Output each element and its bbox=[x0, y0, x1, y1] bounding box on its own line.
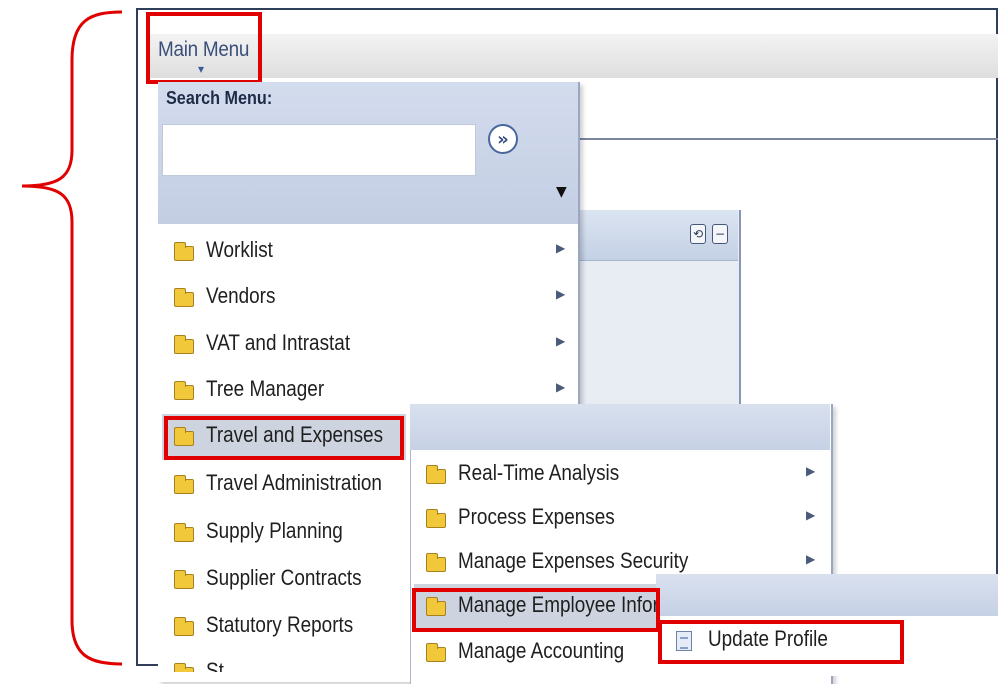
menu-item-statutory-reports[interactable]: Statutory Reports bbox=[162, 604, 410, 650]
submenu-header bbox=[410, 404, 830, 450]
menu-item-label: Statutory Reports bbox=[206, 612, 354, 637]
folder-icon bbox=[174, 335, 194, 354]
employee-info-submenu-header bbox=[656, 574, 998, 616]
arrow-right-icon: ▶ bbox=[556, 287, 566, 301]
arrow-right-icon: ▶ bbox=[806, 552, 816, 566]
refresh-icon[interactable]: ⟲ bbox=[690, 224, 706, 244]
arrow-right-icon: ▶ bbox=[556, 380, 566, 394]
menu-item-label: Real-Time Analysis bbox=[458, 460, 620, 485]
folder-icon bbox=[426, 509, 446, 528]
menu-item-partial[interactable]: St bbox=[162, 650, 410, 672]
highlight-update-profile bbox=[658, 620, 904, 664]
arrow-right-icon: ▶ bbox=[556, 241, 566, 255]
arrow-right-icon: ▶ bbox=[806, 508, 816, 522]
submenu-item-real-time-analysis[interactable]: Real-Time Analysis ▶ bbox=[414, 452, 824, 498]
search-go-icon[interactable]: » bbox=[488, 124, 518, 154]
search-menu-label: Search Menu: bbox=[166, 88, 273, 108]
menu-item-supplier-contracts[interactable]: Supplier Contracts bbox=[162, 557, 410, 603]
menu-item-label: Manage Accounting bbox=[458, 638, 625, 663]
menu-item-label: Worklist bbox=[206, 237, 273, 262]
menu-item-travel-administration[interactable]: Travel Administration bbox=[162, 462, 410, 508]
menu-item-label: Travel Administration bbox=[206, 470, 382, 495]
arrow-right-icon: ▶ bbox=[556, 334, 566, 348]
menu-item-label: Manage Expenses Security bbox=[458, 548, 689, 573]
folder-icon bbox=[174, 570, 194, 589]
menu-item-label: Supply Planning bbox=[206, 518, 343, 543]
menu-bar bbox=[148, 34, 998, 78]
highlight-manage-employee-information bbox=[412, 588, 660, 632]
folder-icon bbox=[174, 663, 194, 672]
menu-item-label: VAT and Intrastat bbox=[206, 330, 351, 355]
menu-item-label: St bbox=[206, 658, 224, 672]
folder-icon bbox=[174, 617, 194, 636]
menu-options-icon[interactable]: ▼ bbox=[556, 184, 567, 200]
menu-item-vat-intrastat[interactable]: VAT and Intrastat ▶ bbox=[162, 322, 572, 368]
highlight-main-menu bbox=[146, 12, 262, 84]
folder-icon bbox=[174, 242, 194, 261]
menu-item-worklist[interactable]: Worklist ▶ bbox=[162, 229, 572, 275]
menu-item-label: Supplier Contracts bbox=[206, 565, 362, 590]
folder-icon bbox=[426, 465, 446, 484]
menu-item-label: Process Expenses bbox=[458, 504, 615, 529]
minimize-icon[interactable]: − bbox=[712, 224, 728, 244]
menu-item-label: Tree Manager bbox=[206, 376, 325, 401]
menu-item-label: Vendors bbox=[206, 283, 276, 308]
folder-icon bbox=[174, 475, 194, 494]
folder-icon bbox=[174, 288, 194, 307]
folder-icon bbox=[174, 523, 194, 542]
submenu-item-manage-accounting[interactable]: Manage Accounting bbox=[414, 630, 658, 676]
search-menu-input[interactable] bbox=[162, 124, 476, 176]
menu-item-vendors[interactable]: Vendors ▶ bbox=[162, 275, 572, 321]
page-divider bbox=[578, 138, 998, 140]
arrow-right-icon: ▶ bbox=[806, 464, 816, 478]
highlight-travel-expenses bbox=[164, 416, 404, 460]
folder-icon bbox=[174, 381, 194, 400]
bracket-annotation bbox=[21, 10, 123, 666]
submenu-item-process-expenses[interactable]: Process Expenses ▶ bbox=[414, 496, 824, 542]
folder-icon bbox=[426, 643, 446, 662]
folder-icon bbox=[426, 553, 446, 572]
menu-item-supply-planning[interactable]: Supply Planning bbox=[162, 510, 410, 556]
